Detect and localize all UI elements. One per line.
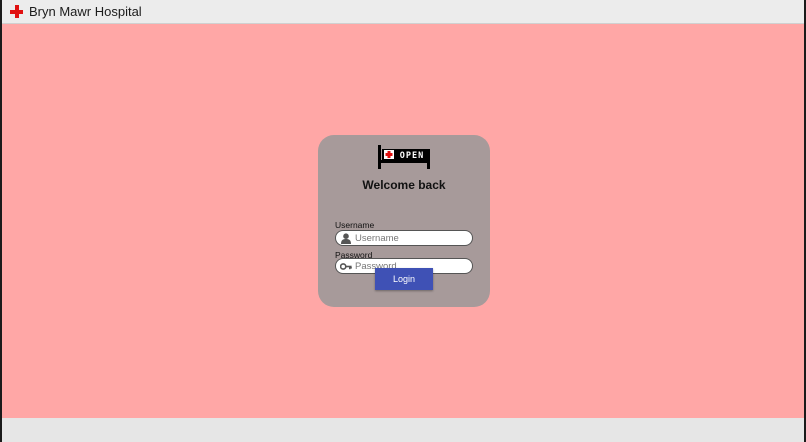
main-area: OPEN Welcome back Username Password [2, 24, 804, 418]
brand-text: OPEN [400, 151, 424, 161]
app-title: Bryn Mawr Hospital [29, 4, 142, 19]
top-bar: Bryn Mawr Hospital [2, 0, 804, 24]
open-bed-logo: OPEN [378, 145, 430, 169]
welcome-heading: Welcome back [362, 178, 446, 192]
user-icon [341, 233, 351, 244]
key-icon [340, 263, 352, 270]
app-window: Bryn Mawr Hospital OPEN Welcome back Use… [2, 0, 804, 442]
username-input[interactable] [355, 232, 467, 244]
username-label: Username [335, 220, 375, 230]
red-cross-icon [10, 5, 23, 18]
login-button[interactable]: Login [375, 268, 433, 290]
username-field-wrapper[interactable] [335, 230, 473, 246]
login-card: OPEN Welcome back Username Password [318, 135, 490, 307]
bottom-bar [2, 418, 804, 442]
